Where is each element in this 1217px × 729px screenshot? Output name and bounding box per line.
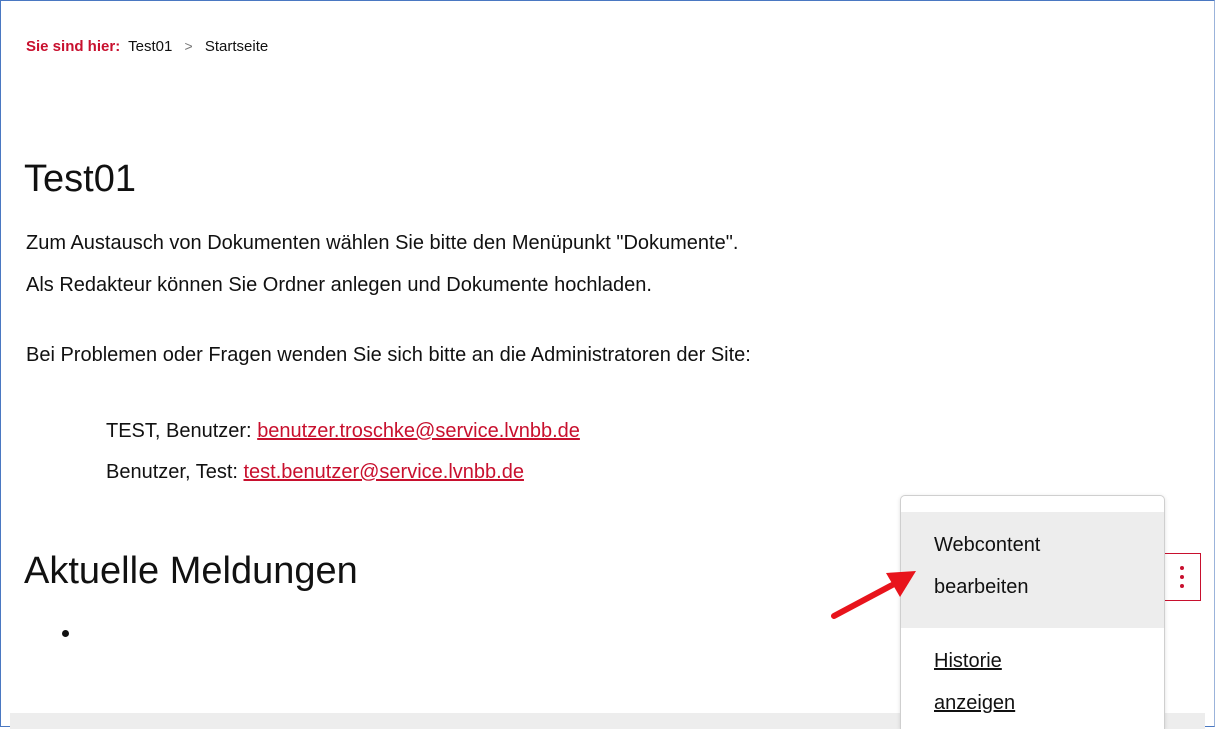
red-arrow-icon (831, 571, 916, 619)
contact-name: TEST, Benutzer: (106, 420, 252, 442)
contact-intro-paragraph: Bei Problemen oder Fragen wenden Sie sic… (26, 344, 751, 366)
options-button[interactable] (1163, 553, 1201, 601)
contact-email-link[interactable]: test.benutzer@service.lvnbb.de (244, 461, 524, 483)
menu-item-label: Webcontent (934, 534, 1041, 556)
intro-paragraph-1: Zum Austausch von Dokumenten wählen Sie … (26, 232, 739, 254)
menu-item-label: Historie (934, 650, 1002, 672)
breadcrumb-label: Sie sind hier: (26, 38, 121, 55)
breadcrumb-separator-icon: > (184, 38, 193, 54)
menu-item-edit-webcontent[interactable]: Webcontent bearbeiten (901, 512, 1164, 628)
breadcrumb: Sie sind hier: Test01 > Startseite (26, 38, 268, 55)
intro-paragraph-2: Als Redakteur können Sie Ordner anlegen … (26, 274, 652, 296)
section-title: Aktuelle Meldungen (24, 550, 358, 592)
menu-item-label: bearbeiten (934, 576, 1029, 598)
contact-name: Benutzer, Test: (106, 461, 238, 483)
breadcrumb-item-test01[interactable]: Test01 (128, 38, 172, 55)
options-dropdown-menu: Webcontent bearbeiten Historie anzeigen (900, 495, 1165, 729)
contact-row: TEST, Benutzer: benutzer.troschke@servic… (106, 420, 580, 443)
contact-row: Benutzer, Test: test.benutzer@service.lv… (106, 461, 524, 484)
empty-list-bullet (62, 630, 69, 637)
kebab-vertical-icon (1180, 566, 1184, 588)
contact-email-link[interactable]: benutzer.troschke@service.lvnbb.de (257, 420, 580, 442)
page-title: Test01 (24, 158, 136, 200)
menu-item-label: anzeigen (934, 692, 1016, 714)
breadcrumb-item-startseite[interactable]: Startseite (205, 38, 268, 55)
menu-item-show-history[interactable]: Historie anzeigen (901, 640, 1164, 724)
